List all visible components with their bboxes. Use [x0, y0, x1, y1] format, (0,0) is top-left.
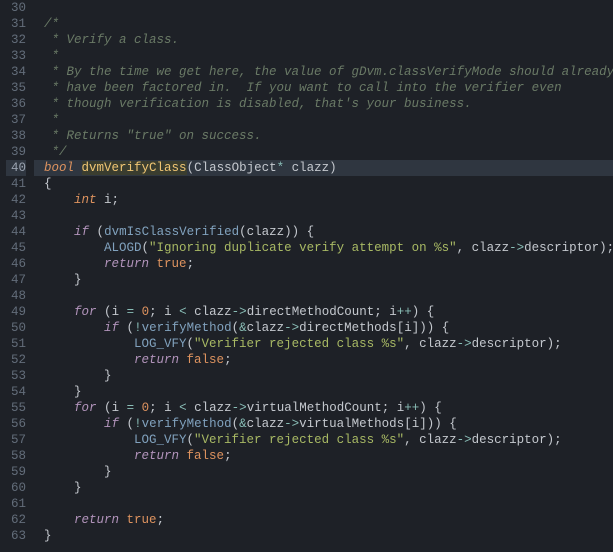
code-line[interactable]: * have been factored in. If you want to … — [34, 80, 613, 96]
line-number: 59 — [6, 464, 26, 480]
code-line[interactable]: return false; — [34, 448, 613, 464]
line-number: 39 — [6, 144, 26, 160]
code-line[interactable]: if (!verifyMethod(&clazz->virtualMethods… — [34, 416, 613, 432]
line-number: 47 — [6, 272, 26, 288]
line-number: 51 — [6, 336, 26, 352]
line-number: 60 — [6, 480, 26, 496]
code-line[interactable]: if (dvmIsClassVerified(clazz)) { — [34, 224, 613, 240]
code-line[interactable]: } — [34, 464, 613, 480]
line-number: 56 — [6, 416, 26, 432]
line-number: 48 — [6, 288, 26, 304]
code-line[interactable]: } — [34, 528, 613, 544]
line-number: 50 — [6, 320, 26, 336]
line-number: 35 — [6, 80, 26, 96]
code-area[interactable]: /* * Verify a class. * * By the time we … — [34, 0, 613, 552]
code-line[interactable]: ALOGD("Ignoring duplicate verify attempt… — [34, 240, 613, 256]
code-line[interactable]: * By the time we get here, the value of … — [34, 64, 613, 80]
line-number: 42 — [6, 192, 26, 208]
line-number: 63 — [6, 528, 26, 544]
code-line[interactable]: return true; — [34, 512, 613, 528]
code-line[interactable]: * though verification is disabled, that'… — [34, 96, 613, 112]
code-line[interactable] — [34, 208, 613, 224]
code-line[interactable] — [34, 288, 613, 304]
code-line[interactable] — [34, 496, 613, 512]
line-number: 62 — [6, 512, 26, 528]
code-line[interactable]: if (!verifyMethod(&clazz->directMethods[… — [34, 320, 613, 336]
code-line[interactable]: return true; — [34, 256, 613, 272]
line-number: 33 — [6, 48, 26, 64]
line-number: 38 — [6, 128, 26, 144]
code-line[interactable]: for (i = 0; i < clazz->virtualMethodCoun… — [34, 400, 613, 416]
code-line[interactable]: /* — [34, 16, 613, 32]
code-line[interactable]: * — [34, 48, 613, 64]
line-number: 52 — [6, 352, 26, 368]
code-line[interactable]: LOG_VFY("Verifier rejected class %s", cl… — [34, 336, 613, 352]
line-number: 58 — [6, 448, 26, 464]
code-line[interactable]: { — [34, 176, 613, 192]
line-number: 61 — [6, 496, 26, 512]
line-number: 34 — [6, 64, 26, 80]
code-line[interactable]: * — [34, 112, 613, 128]
code-line[interactable]: bool dvmVerifyClass(ClassObject* clazz) — [34, 160, 613, 176]
line-number: 43 — [6, 208, 26, 224]
line-number: 53 — [6, 368, 26, 384]
line-number: 54 — [6, 384, 26, 400]
line-number: 49 — [6, 304, 26, 320]
code-line[interactable]: int i; — [34, 192, 613, 208]
code-line[interactable]: */ — [34, 144, 613, 160]
code-line[interactable]: for (i = 0; i < clazz->directMethodCount… — [34, 304, 613, 320]
code-line[interactable]: } — [34, 368, 613, 384]
line-number: 37 — [6, 112, 26, 128]
code-editor[interactable]: 3031323334353637383940414243444546474849… — [0, 0, 613, 552]
line-number: 41 — [6, 176, 26, 192]
line-number: 46 — [6, 256, 26, 272]
line-number: 30 — [6, 0, 26, 16]
code-line[interactable] — [34, 0, 613, 16]
line-number: 36 — [6, 96, 26, 112]
line-number: 31 — [6, 16, 26, 32]
code-line[interactable]: LOG_VFY("Verifier rejected class %s", cl… — [34, 432, 613, 448]
line-number: 45 — [6, 240, 26, 256]
line-number: 40 — [6, 160, 26, 176]
line-number: 55 — [6, 400, 26, 416]
code-line[interactable]: } — [34, 480, 613, 496]
code-line[interactable]: } — [34, 272, 613, 288]
line-number: 57 — [6, 432, 26, 448]
code-line[interactable]: * Returns "true" on success. — [34, 128, 613, 144]
code-line[interactable]: } — [34, 384, 613, 400]
line-number-gutter: 3031323334353637383940414243444546474849… — [0, 0, 34, 552]
line-number: 32 — [6, 32, 26, 48]
line-number: 44 — [6, 224, 26, 240]
code-line[interactable]: return false; — [34, 352, 613, 368]
code-line[interactable]: * Verify a class. — [34, 32, 613, 48]
